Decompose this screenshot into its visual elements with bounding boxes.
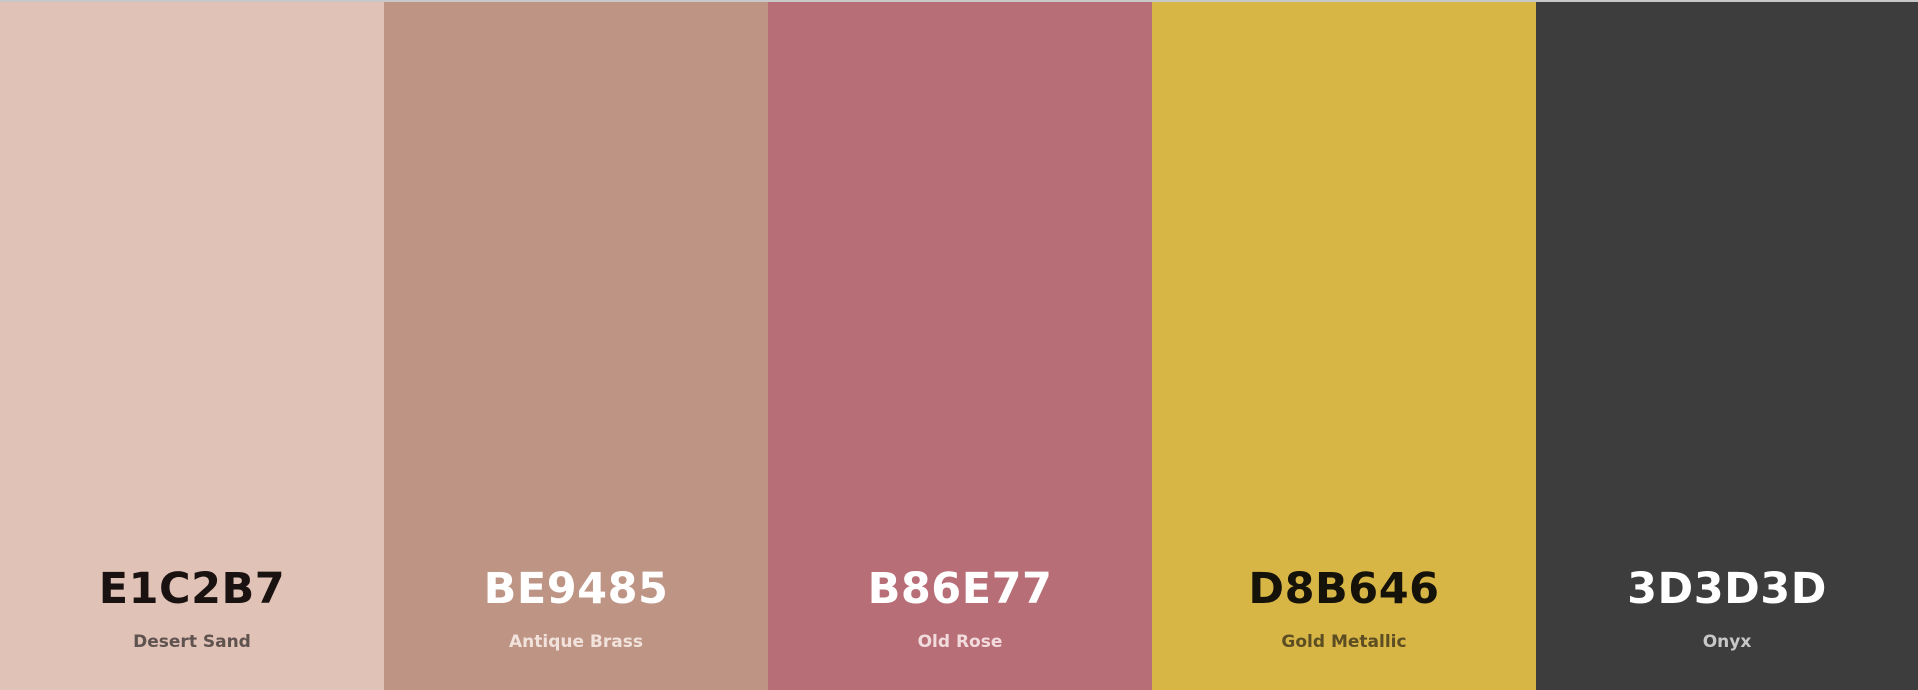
color-swatch-old-rose[interactable]: B86E77 Old Rose [768,2,1152,690]
color-swatch-onyx[interactable]: 3D3D3D Onyx [1536,2,1918,690]
swatch-color-name: Old Rose [917,632,1003,652]
swatch-color-name: Onyx [1702,632,1752,652]
swatch-color-name: Gold Metallic [1281,632,1407,652]
color-swatch-gold-metallic[interactable]: D8B646 Gold Metallic [1152,2,1536,690]
swatch-hex-code[interactable]: 3D3D3D [1536,563,1918,615]
color-swatch-desert-sand[interactable]: E1C2B7 Desert Sand [0,2,384,690]
swatch-hex-code[interactable]: B86E77 [768,563,1152,615]
swatch-hex-code[interactable]: E1C2B7 [0,563,384,615]
swatch-color-name: Desert Sand [133,632,251,652]
palette-page: E1C2B7 Desert Sand BE9485 Antique Brass … [0,0,1918,690]
color-palette: E1C2B7 Desert Sand BE9485 Antique Brass … [0,2,1918,690]
color-swatch-antique-brass[interactable]: BE9485 Antique Brass [384,2,768,690]
swatch-hex-code[interactable]: BE9485 [384,563,768,615]
swatch-color-name: Antique Brass [509,632,643,652]
swatch-hex-code[interactable]: D8B646 [1152,563,1536,615]
